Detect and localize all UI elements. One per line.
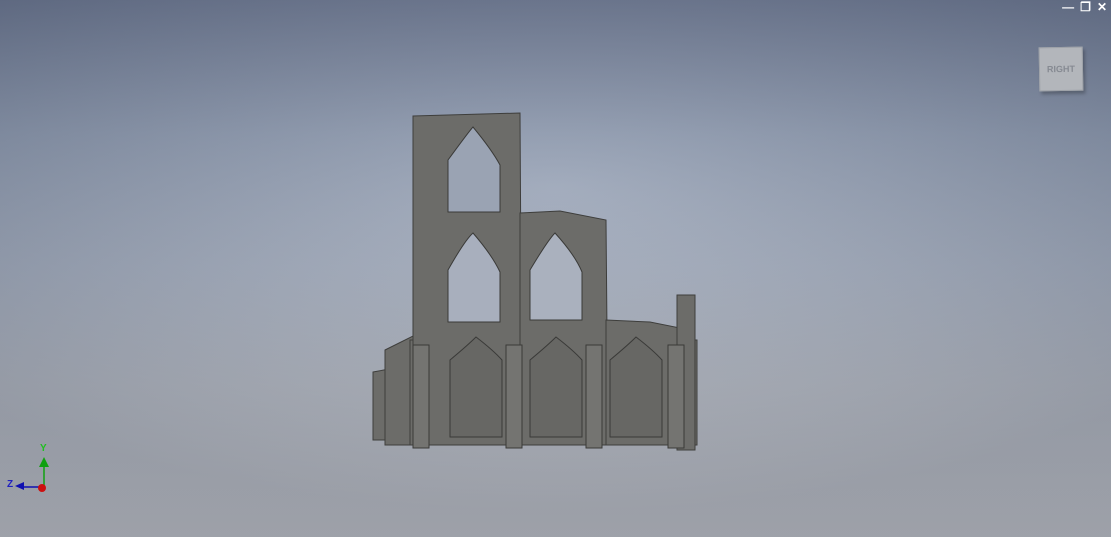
axis-triad-icon [15,457,49,492]
y-axis-label: Y [40,443,47,454]
axis-triad: Y Z [0,440,70,505]
3d-model-ruin[interactable] [0,0,1111,537]
z-axis-label: Z [7,479,14,490]
